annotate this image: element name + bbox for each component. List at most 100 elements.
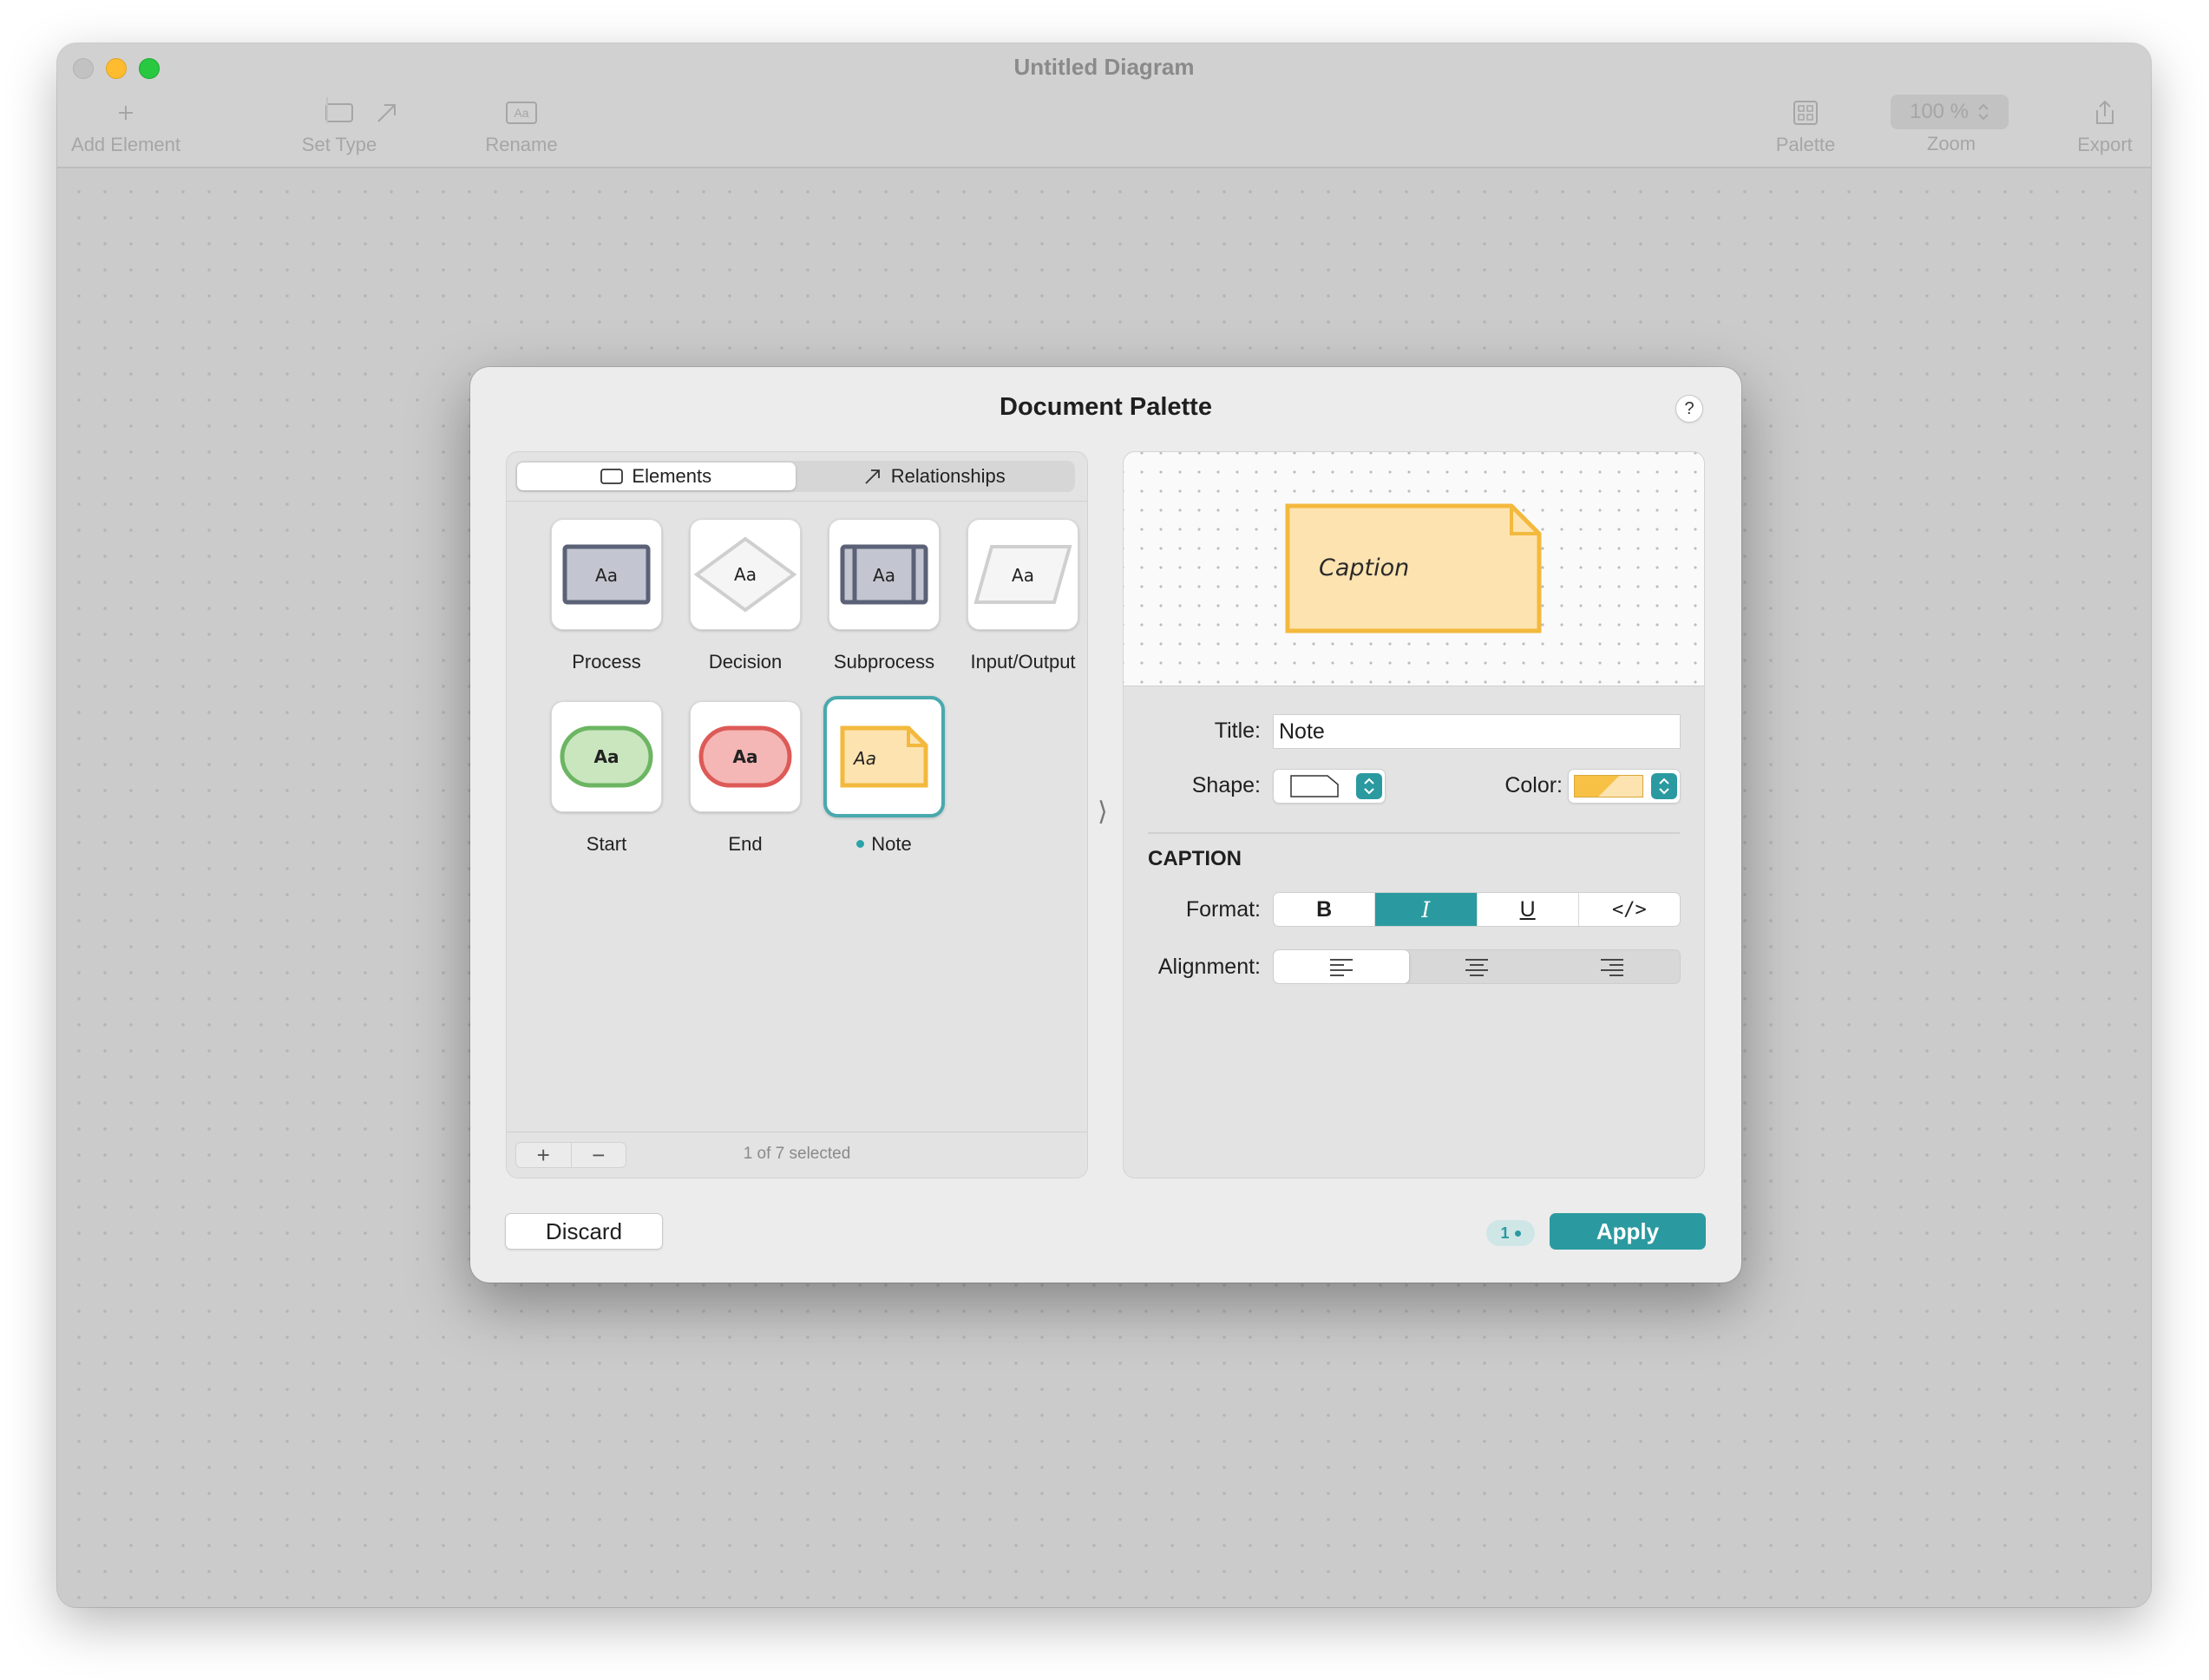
plus-icon <box>119 106 133 120</box>
tab-elements[interactable]: Elements <box>517 463 796 490</box>
selection-status: 1 of 7 selected <box>743 1145 851 1163</box>
process-shape-icon: Aa <box>562 544 651 605</box>
alignment-segmented-control <box>1273 949 1681 984</box>
element-card-selected[interactable]: Aa <box>823 696 945 817</box>
decision-shape-icon: Aa <box>693 536 797 613</box>
bold-button[interactable]: B <box>1274 893 1376 926</box>
inspector-panel: Caption Title: Shape: Color: CAPTION For… <box>1123 451 1705 1178</box>
chevron-right-icon[interactable]: ⟩ <box>1098 797 1108 827</box>
align-center-button[interactable] <box>1409 950 1544 983</box>
color-label: Color: <box>1504 773 1563 797</box>
elements-panel: Elements Relationships Aa Process Aa Dec… <box>506 451 1088 1178</box>
title-label: Title: <box>1214 719 1261 743</box>
color-popup[interactable] <box>1568 769 1681 804</box>
format-label: Format: <box>1185 897 1261 922</box>
italic-button[interactable]: I <box>1375 893 1478 926</box>
note-glyph: Aa <box>852 748 876 769</box>
share-icon <box>2096 100 2114 124</box>
decision-glyph: Aa <box>734 564 757 585</box>
element-label: End <box>728 833 763 855</box>
caption-section-heading: CAPTION <box>1148 847 1242 870</box>
connector-button[interactable] <box>352 95 422 130</box>
rectangle-icon <box>325 103 353 122</box>
note-shape-icon: Aa <box>840 725 928 788</box>
up-down-chevron-icon <box>1978 103 1989 121</box>
element-card[interactable]: Aa <box>551 701 662 812</box>
export-button[interactable]: Export <box>2062 95 2148 156</box>
shape-label: Shape: <box>1191 773 1261 797</box>
help-button[interactable]: ? <box>1675 395 1703 423</box>
element-card[interactable]: Aa <box>690 701 801 812</box>
element-card[interactable]: Aa <box>690 519 801 630</box>
rename-label: Rename <box>485 134 558 155</box>
add-element-label: Add Element <box>71 134 180 155</box>
input-output-glyph: Aa <box>1012 565 1034 586</box>
up-down-chevron-icon <box>1356 773 1382 799</box>
note-label: Note <box>871 833 912 855</box>
zoom-value: 100 % <box>1909 100 1970 123</box>
arrow-connector-icon <box>865 469 880 484</box>
align-left-button[interactable] <box>1274 950 1409 983</box>
element-tile-input-output[interactable]: Aa Input/Output <box>954 519 1087 673</box>
up-down-chevron-icon <box>1651 773 1677 799</box>
end-shape-icon: Aa <box>698 725 792 788</box>
start-shape-icon: Aa <box>560 725 653 788</box>
rectangle-icon <box>600 469 624 484</box>
align-center-icon <box>1465 959 1488 976</box>
preview-caption: Caption <box>1319 555 1410 581</box>
discard-button[interactable]: Discard <box>505 1213 663 1250</box>
selected-dot-icon <box>856 839 865 848</box>
pending-count: 1 <box>1500 1224 1510 1242</box>
grid-icon <box>1793 101 1818 125</box>
element-grid: Aa Process Aa Decision Aa Subprocess Aa … <box>507 502 1087 1132</box>
underline-button[interactable]: U <box>1478 893 1579 926</box>
start-glyph: Aa <box>594 746 619 767</box>
toolbar: Untitled Diagram Add Element Set Type Aa… <box>57 43 2151 168</box>
alignment-label: Alignment: <box>1157 955 1261 979</box>
code-button[interactable]: </> <box>1579 893 1680 926</box>
element-card[interactable]: Aa <box>829 519 940 630</box>
arrow-connector-icon <box>377 104 396 122</box>
note-shape-icon <box>1290 775 1339 797</box>
element-tile-subprocess[interactable]: Aa Subprocess <box>815 519 954 673</box>
element-tile-start[interactable]: Aa Start <box>537 701 676 856</box>
rename-icon: Aa <box>506 102 537 124</box>
element-label: Subprocess <box>833 651 935 673</box>
set-type-label: Set Type <box>301 134 377 155</box>
shape-popup[interactable] <box>1273 769 1386 804</box>
tab-relationships[interactable]: Relationships <box>796 463 1074 490</box>
element-tile-decision[interactable]: Aa Decision <box>676 519 815 673</box>
badge-dot-icon <box>1514 1230 1521 1237</box>
shape-preview: Caption <box>1124 452 1704 686</box>
element-card[interactable]: Aa <box>967 519 1078 630</box>
subprocess-shape-icon: Aa <box>840 544 928 605</box>
palette-tabs: Elements Relationships <box>515 461 1075 492</box>
pending-changes-badge: 1 <box>1486 1220 1535 1246</box>
palette-label: Palette <box>1775 134 1836 155</box>
zoom-stepper[interactable]: 100 % <box>1891 95 2009 129</box>
tab-elements-label: Elements <box>632 465 712 487</box>
export-label: Export <box>2077 134 2133 155</box>
element-tile-note[interactable]: Aa Note <box>815 696 954 856</box>
element-label: Process <box>572 651 641 673</box>
element-tile-process[interactable]: Aa Process <box>537 519 676 673</box>
section-divider <box>1148 832 1680 834</box>
palette-button[interactable]: Palette <box>1758 95 1853 156</box>
tab-relationships-label: Relationships <box>890 465 1006 487</box>
end-glyph: Aa <box>733 746 758 767</box>
align-right-button[interactable] <box>1544 950 1680 983</box>
document-palette-dialog: Document Palette ? Elements Relationship… <box>470 367 1741 1283</box>
zoom-control[interactable]: 100 % Zoom <box>1891 95 2012 155</box>
apply-button[interactable]: Apply <box>1550 1213 1706 1250</box>
list-footer: + − 1 of 7 selected <box>507 1132 1087 1178</box>
subprocess-glyph: Aa <box>873 565 895 586</box>
window-title: Untitled Diagram <box>1013 54 1195 80</box>
rename-button[interactable]: Aa Rename <box>465 95 578 156</box>
format-segmented-control: B I U </> <box>1273 892 1681 927</box>
element-label: Input/Output <box>970 651 1076 673</box>
element-tile-end[interactable]: Aa End <box>676 701 815 856</box>
element-card[interactable]: Aa <box>551 519 662 630</box>
element-label: Decision <box>708 651 783 673</box>
title-field[interactable] <box>1273 714 1681 749</box>
add-element-button[interactable]: Add Element <box>69 95 182 156</box>
